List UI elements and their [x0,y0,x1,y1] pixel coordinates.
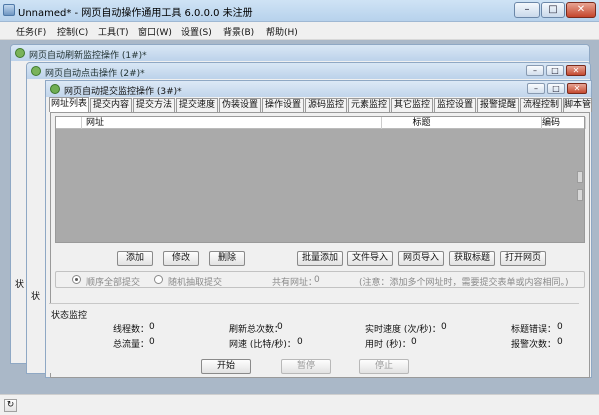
close-button[interactable]: ✕ [566,2,596,18]
refresh-total-label: 刷新总次数： [229,325,284,335]
net-speed-label: 网速 (比特/秒)： [229,340,296,350]
total-traffic-label: 总流量： [113,340,150,350]
realtime-speed-label: 实时速度 (次/秒)： [365,325,441,335]
sequential-label: 顺序全部提交 [86,278,141,288]
app-icon [3,4,15,16]
app-title: Unnamed* - 网页自动操作通用工具 6.0.0.0 未注册 [18,8,253,19]
elapsed-time-value: 0 [411,337,417,347]
edit-button[interactable]: 修改 [163,251,199,266]
tab-alarm-reminder[interactable]: 报警提醒 [477,98,519,112]
grid-col-url[interactable]: 网址 [82,117,382,129]
total-traffic-value: 0 [149,337,155,347]
elapsed-time-label: 用时 (秒)： [365,340,411,350]
tab-submit-method[interactable]: 提交方法 [133,98,175,112]
menu-tools[interactable]: 工具(T) [98,25,129,38]
child-window-caption: 网页自动提交监控操作 (3#)* – □ ✕ [46,81,591,97]
batch-add-button[interactable]: 批量添加 [297,251,343,266]
threads-value: 0 [149,322,155,332]
tab-operation-settings[interactable]: 操作设置 [262,98,304,112]
menu-bar: 任务(F) 控制(C) 工具(T) 窗口(W) 设置(S) 背景(B) 帮助(H… [0,22,599,40]
alarm-count-label: 报警次数： [511,340,557,350]
total-urls-value: 0 [314,275,320,285]
grid-col-title[interactable]: 标题 [382,117,542,129]
threads-label: 线程数： [113,325,150,335]
child-window-title: 网页自动提交监控操作 (3#)* [64,87,182,97]
status-bar: ↻ [0,394,599,415]
url-grid[interactable]: 网址 标题 编码 [55,116,586,243]
click-icon [31,66,41,76]
child-window-caption: 网页自动点击操作 (2#)* – □ ✕ [27,63,590,79]
refresh-icon [15,48,25,58]
child-window-caption: 网页自动刷新监控操作 (1#)* [11,45,589,61]
minimize-button[interactable]: – [514,2,540,18]
net-speed-value: 0 [297,337,303,347]
pause-button[interactable]: 暂停 [281,359,331,374]
app-titlebar: Unnamed* - 网页自动操作通用工具 6.0.0.0 未注册 – □ ✕ [0,0,599,22]
start-button[interactable]: 开始 [201,359,251,374]
grid-scroll-down[interactable] [577,189,583,201]
menu-background[interactable]: 背景(B) [223,25,254,38]
open-page-button[interactable]: 打开网页 [500,251,546,266]
child-side-label: 状 [31,292,41,302]
title-errors-value: 0 [557,322,563,332]
tab-submit-speed[interactable]: 提交速度 [176,98,218,112]
grid-header: 网址 标题 编码 [56,117,586,129]
tab-disguise-settings[interactable]: 伪装设置 [219,98,261,112]
grid-rowhead-column [56,117,82,129]
submit-options-group: 顺序全部提交 随机抽取提交 共有网址： 0 (注意：添加多个网址时，需要提交表单… [55,271,585,288]
menu-control[interactable]: 控制(C) [57,25,88,38]
submit-icon [50,84,60,94]
maximize-button[interactable]: □ [541,2,565,18]
refresh-icon[interactable]: ↻ [4,399,17,412]
close-button[interactable]: ✕ [566,65,586,76]
stop-button[interactable]: 停止 [359,359,409,374]
sequential-radio[interactable] [72,275,81,284]
menu-task[interactable]: 任务(F) [16,25,46,38]
get-title-button[interactable]: 获取标题 [449,251,495,266]
status-monitor-title: 状态监控 [51,311,88,321]
child-side-label: 状 [15,280,25,290]
tab-flow-control[interactable]: 流程控制 [520,98,562,112]
menu-window[interactable]: 窗口(W) [138,25,172,38]
refresh-total-value: 0 [277,322,283,332]
delete-button[interactable]: 删除 [209,251,245,266]
random-label: 随机抽取提交 [168,278,223,288]
tab-other-monitor[interactable]: 其它监控 [391,98,433,112]
tab-monitor-settings[interactable]: 监控设置 [434,98,476,112]
grid-col-encoding[interactable]: 编码 [542,117,586,129]
realtime-speed-value: 0 [441,322,447,332]
minimize-button[interactable]: – [526,65,544,76]
status-monitor-panel: 状态监控 线程数： 0 刷新总次数： 0 实时速度 (次/秒)： 0 标题错误：… [49,303,579,374]
web-import-button[interactable]: 网页导入 [398,251,444,266]
tab-url-list[interactable]: 网址列表 [49,97,89,112]
file-import-button[interactable]: 文件导入 [347,251,393,266]
title-errors-label: 标题错误： [511,325,557,335]
menu-help[interactable]: 帮助(H) [266,25,298,38]
random-radio[interactable] [154,275,163,284]
tab-element-monitor[interactable]: 元素监控 [348,98,390,112]
close-button[interactable]: ✕ [567,83,587,94]
alarm-count-value: 0 [557,337,563,347]
total-urls-label: 共有网址： [272,278,318,288]
grid-scroll-up[interactable] [577,171,583,183]
minimize-button[interactable]: – [527,83,545,94]
maximize-button[interactable]: □ [547,83,565,94]
menu-settings[interactable]: 设置(S) [181,25,212,38]
tab-source-monitor[interactable]: 源码监控 [305,98,347,112]
child-window-title: 网页自动点击操作 (2#)* [45,69,145,79]
tab-script-manager[interactable]: 脚本管 [563,98,592,112]
tab-submit-content[interactable]: 提交内容 [90,98,132,112]
child-window-title: 网页自动刷新监控操作 (1#)* [29,51,147,61]
maximize-button[interactable]: □ [546,65,564,76]
multi-url-note: (注意：添加多个网址时，需要提交表单或内容相同。) [359,278,569,288]
add-button[interactable]: 添加 [117,251,153,266]
